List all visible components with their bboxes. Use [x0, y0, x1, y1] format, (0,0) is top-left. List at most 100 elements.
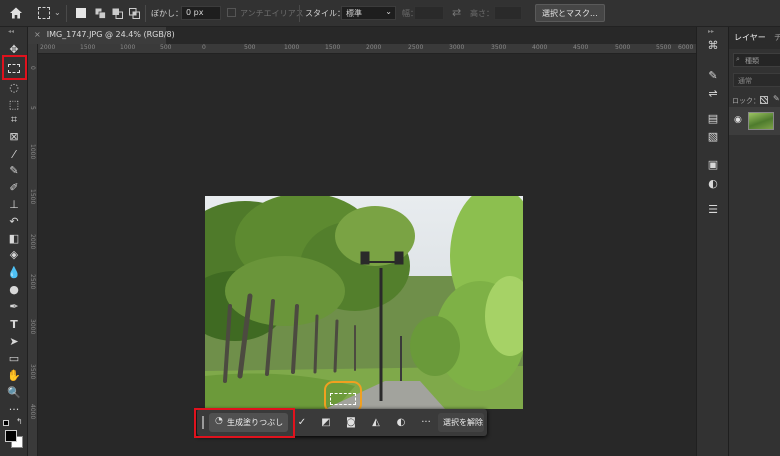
- antialias-checkbox[interactable]: [227, 8, 236, 17]
- toolbar-collapse-icon[interactable]: ◂◂: [8, 28, 14, 35]
- feather-input[interactable]: 0 px: [181, 6, 221, 20]
- blur-tool-icon[interactable]: 💧: [4, 264, 24, 280]
- layer-row[interactable]: ◉: [729, 107, 780, 135]
- panel-icon-column: ▸▸ ⌘ ✎ ⇌ ▤ ▧ ▣ ◐ ☰: [696, 27, 728, 456]
- properties-icon[interactable]: ▤: [705, 110, 721, 126]
- document-tab[interactable]: × IMG_1747.JPG @ 24.4% (RGB/8): [28, 27, 175, 44]
- marquee-highlight-box: [2, 55, 27, 80]
- libraries-icon[interactable]: ⌘: [705, 37, 721, 53]
- default-colors-icon[interactable]: [3, 420, 9, 426]
- path-selection-icon[interactable]: ➤: [4, 333, 24, 349]
- ruler-tick-label: 5000: [615, 44, 631, 51]
- width-input[interactable]: [414, 6, 444, 20]
- select-and-mask-button[interactable]: 選択とマスク...: [535, 4, 605, 22]
- ruler-tick-label: 2000: [366, 44, 382, 51]
- adjustments-sliders-icon[interactable]: ⇌: [705, 85, 721, 101]
- layer-thumbnail: [748, 112, 774, 130]
- subtract-from-selection-icon[interactable]: [112, 8, 123, 19]
- ruler-tick-label: 2000: [40, 44, 56, 51]
- dodge-tool-icon[interactable]: ●: [4, 281, 24, 297]
- swap-dimensions-icon[interactable]: ⇄: [452, 6, 461, 19]
- deselect-label: 選択を解除: [443, 418, 483, 427]
- ruler-tick-label: 6000: [678, 44, 694, 51]
- tab-layers[interactable]: レイヤー: [734, 32, 766, 43]
- options-bar: ⌄ ぼかし： 0 px アンチエイリアス スタイル： 標準 ⌄ 幅： ⇄ 高さ：…: [0, 0, 780, 27]
- lasso-tool-icon[interactable]: ◌: [4, 79, 24, 95]
- type-tool-icon[interactable]: T: [4, 316, 24, 332]
- frame-tool-icon[interactable]: ⊠: [4, 128, 24, 144]
- spot-healing-brush-icon[interactable]: ✎: [4, 162, 24, 178]
- zoom-tool-icon[interactable]: 🔍: [4, 384, 24, 400]
- clone-stamp-tool-icon[interactable]: ⊥: [4, 196, 24, 212]
- layers-panel-header: レイヤー チ: [729, 27, 780, 49]
- more-options-icon[interactable]: ···: [419, 415, 433, 429]
- layers-panel: レイヤー チ ⌕ 種類 通常 ロック： ✎ ◉: [728, 27, 780, 456]
- document-image[interactable]: [205, 196, 523, 409]
- ruler-tick-label: 5: [29, 106, 36, 110]
- add-to-selection-icon[interactable]: [95, 8, 106, 19]
- search-icon: ⌕: [736, 55, 740, 63]
- history-brush-icon[interactable]: ↶: [4, 213, 24, 229]
- layer-filter-input[interactable]: ⌕ 種類: [733, 53, 780, 67]
- brush-tool-icon[interactable]: ✐: [4, 179, 24, 195]
- modify-selection-icon[interactable]: ✓: [295, 415, 309, 429]
- ruler-tick-label: 1000: [29, 144, 36, 160]
- close-icon[interactable]: ×: [34, 30, 41, 39]
- ruler-tick-label: 2500: [408, 44, 424, 51]
- home-icon[interactable]: [9, 6, 23, 20]
- ruler-tick-label: 2500: [29, 274, 36, 290]
- marquee-selection[interactable]: [330, 393, 356, 405]
- pen-tool-icon[interactable]: ✒: [4, 298, 24, 314]
- paint-bucket-icon[interactable]: ◈: [4, 246, 24, 262]
- object-selection-tool-icon[interactable]: ⬚: [4, 96, 24, 112]
- lock-brush-icon[interactable]: ✎: [773, 94, 780, 103]
- divider: [66, 5, 67, 22]
- ruler-tick-label: 5500: [656, 44, 672, 51]
- style-label: スタイル：: [305, 9, 345, 18]
- eraser-tool-icon[interactable]: ◧: [4, 230, 24, 246]
- lock-label: ロック：: [732, 97, 760, 105]
- height-input[interactable]: [494, 6, 522, 20]
- style-select[interactable]: 標準 ⌄: [341, 6, 396, 20]
- notes-icon[interactable]: ▧: [705, 128, 721, 144]
- create-mask-icon[interactable]: ◙: [344, 415, 358, 429]
- feather-label: ぼかし：: [151, 9, 183, 18]
- layer-comps-icon[interactable]: ▣: [705, 156, 721, 172]
- more-tools-icon[interactable]: ···: [4, 401, 24, 417]
- tab-channels[interactable]: チ: [774, 32, 780, 43]
- ruler-tick-label: 3500: [29, 364, 36, 380]
- ruler-tick-label: 2000: [29, 234, 36, 250]
- eye-icon[interactable]: ◉: [734, 115, 742, 125]
- ruler-tick-label: 3000: [29, 319, 36, 335]
- blend-mode-select[interactable]: 通常: [733, 73, 780, 87]
- generative-fill-highlight-box: [194, 408, 295, 438]
- swap-colors-icon[interactable]: ↰: [16, 417, 23, 426]
- eyedropper-tool-icon[interactable]: ⁄: [4, 146, 24, 162]
- height-label: 高さ：: [470, 9, 494, 18]
- channels-sliders-icon[interactable]: ☰: [705, 201, 721, 217]
- panel-collapse-icon[interactable]: ▸▸: [708, 28, 714, 35]
- ruler-top: 2000 1500 1000 500 0 500 1000 1500 2000 2500 3000 3…: [38, 44, 696, 54]
- chevron-down-icon[interactable]: ⌄: [54, 8, 61, 17]
- deselect-button[interactable]: 選択を解除: [438, 413, 484, 432]
- hand-tool-icon[interactable]: ✋: [4, 367, 24, 383]
- rectangle-tool-icon[interactable]: ▭: [4, 350, 24, 366]
- ruler-tick-label: 500: [244, 44, 256, 51]
- layer-filter-placeholder: 種類: [745, 57, 759, 65]
- new-selection-icon[interactable]: [76, 8, 86, 18]
- foreground-color-swatch[interactable]: [5, 430, 17, 442]
- crop-tool-icon[interactable]: ⌗: [4, 112, 24, 128]
- lock-pixels-icon[interactable]: [760, 96, 768, 104]
- ruler-tick-label: 0: [29, 66, 36, 70]
- intersect-selection-icon[interactable]: [129, 8, 140, 19]
- fill-selection-icon[interactable]: ◭: [369, 415, 383, 429]
- adjustments-icon[interactable]: ◐: [705, 175, 721, 191]
- ruler-tick-label: 4000: [29, 404, 36, 420]
- adjustment-layer-icon[interactable]: ◐: [394, 415, 408, 429]
- ruler-tick-label: 1500: [325, 44, 341, 51]
- brush-settings-icon[interactable]: ✎: [705, 67, 721, 83]
- ruler-tick-label: 1500: [29, 189, 36, 205]
- marquee-preset-icon[interactable]: [38, 7, 50, 19]
- ruler-tick-label: 3000: [449, 44, 465, 51]
- invert-selection-icon[interactable]: ◩: [319, 415, 333, 429]
